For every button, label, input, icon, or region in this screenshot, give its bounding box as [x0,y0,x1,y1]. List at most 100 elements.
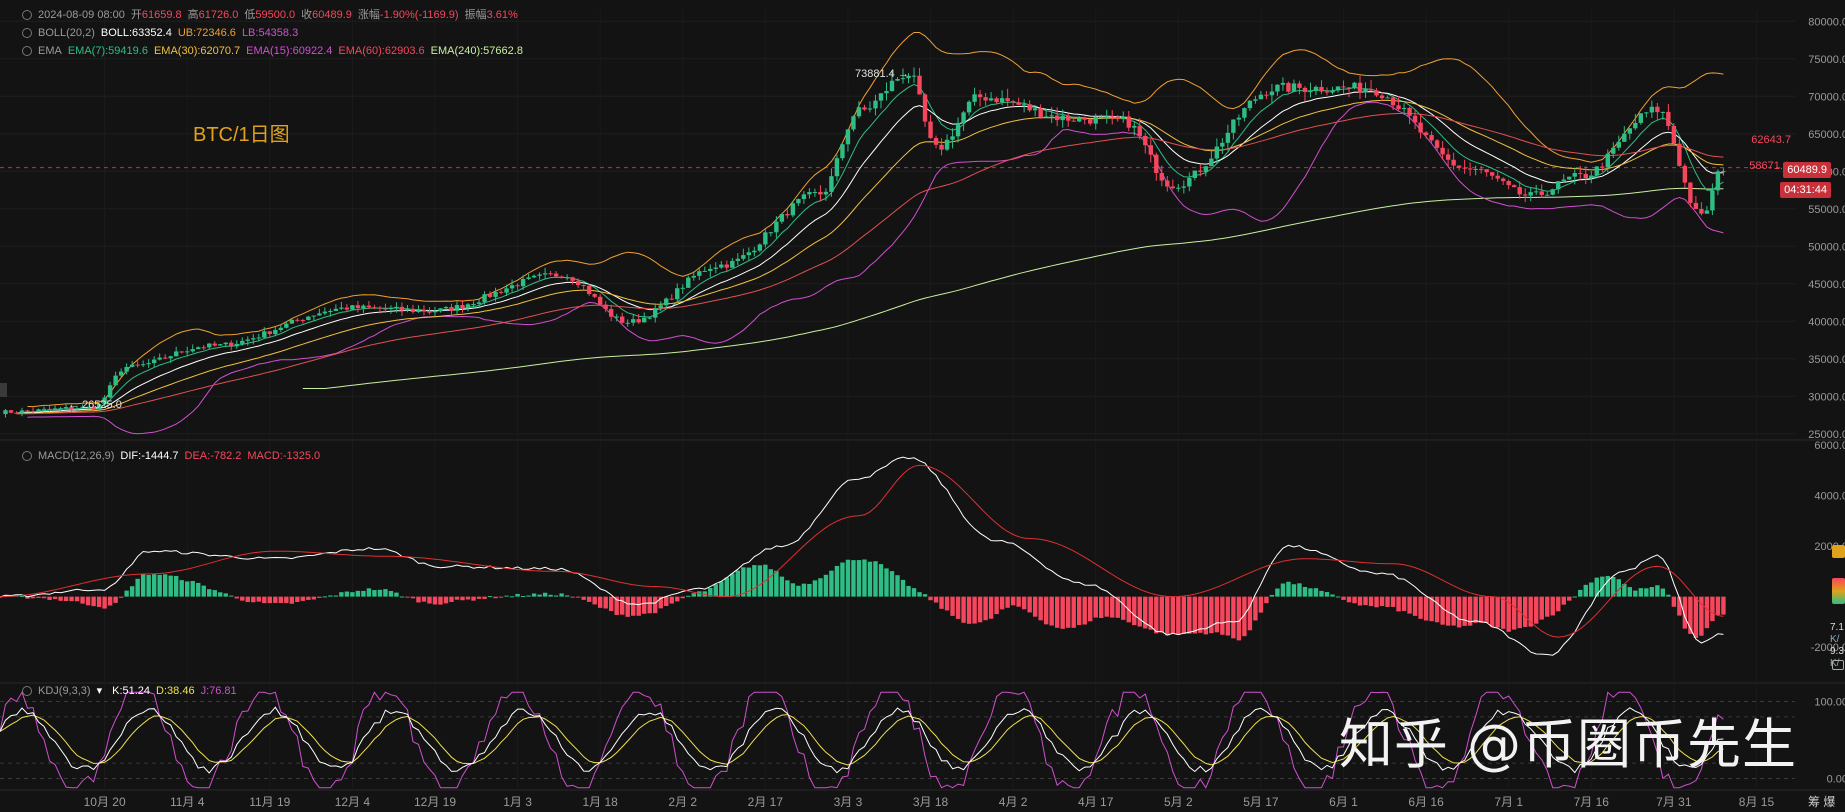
macd-bar [1176,596,1181,635]
macd-bar [36,596,41,598]
macd-bar [102,596,107,609]
candle-body [1286,82,1291,92]
candle-body [328,310,333,312]
candle-body [1671,126,1677,144]
macd-bar [669,596,674,604]
macd-bar [988,596,994,619]
macd-bar [1021,596,1027,610]
macd-bar [983,596,988,621]
candle-body [1423,132,1429,136]
y-tick-label: 25000.0 [1808,429,1845,441]
candle-body [757,244,763,251]
chevron-down-icon[interactable] [22,10,32,20]
ema-name[interactable]: EMA [38,45,62,57]
corner-label[interactable]: 筹 爆 [1808,793,1835,810]
macd-bar [1594,577,1599,597]
macd-bar [878,564,884,597]
watermark: 知乎 @币圈币先生 [1338,713,1797,776]
countdown-tag: 04:31:44 [1780,182,1831,198]
candle-body [944,139,950,150]
macd-bar [1275,588,1280,597]
x-tick-label: 8月 15 [1739,795,1775,809]
candle-body [284,323,289,328]
macd-bar [1666,594,1671,597]
candle-body [1269,91,1275,96]
ema-info: EMA EMA(7):59419.6 EMA(30):62070.7 EMA(15):… [22,44,529,58]
macd-bar [757,565,763,597]
macd-bar [1154,596,1159,634]
macd-bar [631,596,636,616]
alert-badge-icon[interactable] [1832,545,1845,558]
macd-bar [961,596,966,623]
chevron-down-icon[interactable] [22,28,32,38]
candle-body [1429,135,1434,141]
candle-body [394,306,399,309]
candle-body [735,258,741,261]
macd-bar [427,596,432,604]
macd-name[interactable]: MACD(12,26,9) [38,450,114,462]
macd-bar [994,596,999,615]
macd-bar [922,594,928,597]
macd-bar [1225,596,1231,636]
macd-bar [1286,581,1291,597]
candle-body [1176,187,1181,189]
candle-body [752,250,757,253]
macd-bar [328,595,333,597]
macd-bar [1198,596,1203,633]
x-tick-label: 5月 17 [1243,795,1279,809]
x-tick-label: 3月 18 [913,795,949,809]
candle-body [1319,86,1324,92]
boll-mid-value: BOLL:63352.4 [100,27,172,39]
candle-body [1660,111,1666,113]
candle-body [372,307,377,309]
candle-body [520,278,526,287]
macd-bar [80,596,85,604]
bell-icon[interactable] [22,451,32,461]
macd-bar [207,589,212,597]
candle-body [785,214,790,216]
candle-body [41,408,47,410]
macd-bar [179,580,184,597]
macd-bar [972,596,977,624]
macd-bar [416,596,421,603]
camera-icon[interactable] [1832,660,1844,670]
date-label: 2024-08-09 08:00 [38,9,125,21]
candle-body [697,271,702,276]
macd-bar [74,596,80,602]
candle-body [1159,173,1164,181]
candle-body [713,267,718,269]
candle-body [113,375,118,386]
candle-body [597,296,603,305]
dropdown-arrow-icon[interactable]: ▾ [97,685,103,697]
macd-bar [1335,596,1341,598]
collapse-handle[interactable] [0,383,7,397]
candle-body [851,116,856,130]
macd-bar [911,588,917,597]
candle-body [730,260,735,268]
macd-bar [586,596,592,602]
candle-body [405,308,410,311]
boll-name[interactable]: BOLL(20,2) [38,27,95,39]
macd-bar [1440,596,1445,625]
macd-bar [1396,596,1401,612]
candle-body [1065,115,1071,121]
ema240-value: EMA(240):57662.8 [430,45,523,57]
macd-bar [966,596,972,624]
macd-bar [256,596,261,602]
macd-bar [515,593,520,597]
macd-bar [1341,596,1346,600]
gradient-badge-icon[interactable] [1832,578,1845,604]
candle-body [47,408,52,410]
candle-body [686,277,691,288]
macd-bar [735,570,741,597]
bell-icon[interactable] [22,686,32,696]
candle-body [873,100,878,109]
macd-bar [977,596,983,623]
x-tick-label: 1月 3 [503,795,532,809]
candle-body [1550,189,1555,195]
kdj-name[interactable]: KDJ(9,3,3) [38,685,91,697]
macd-bar [1220,596,1225,635]
macd-bar [845,559,851,597]
bell-icon[interactable] [22,46,32,56]
candle-body [961,112,966,123]
